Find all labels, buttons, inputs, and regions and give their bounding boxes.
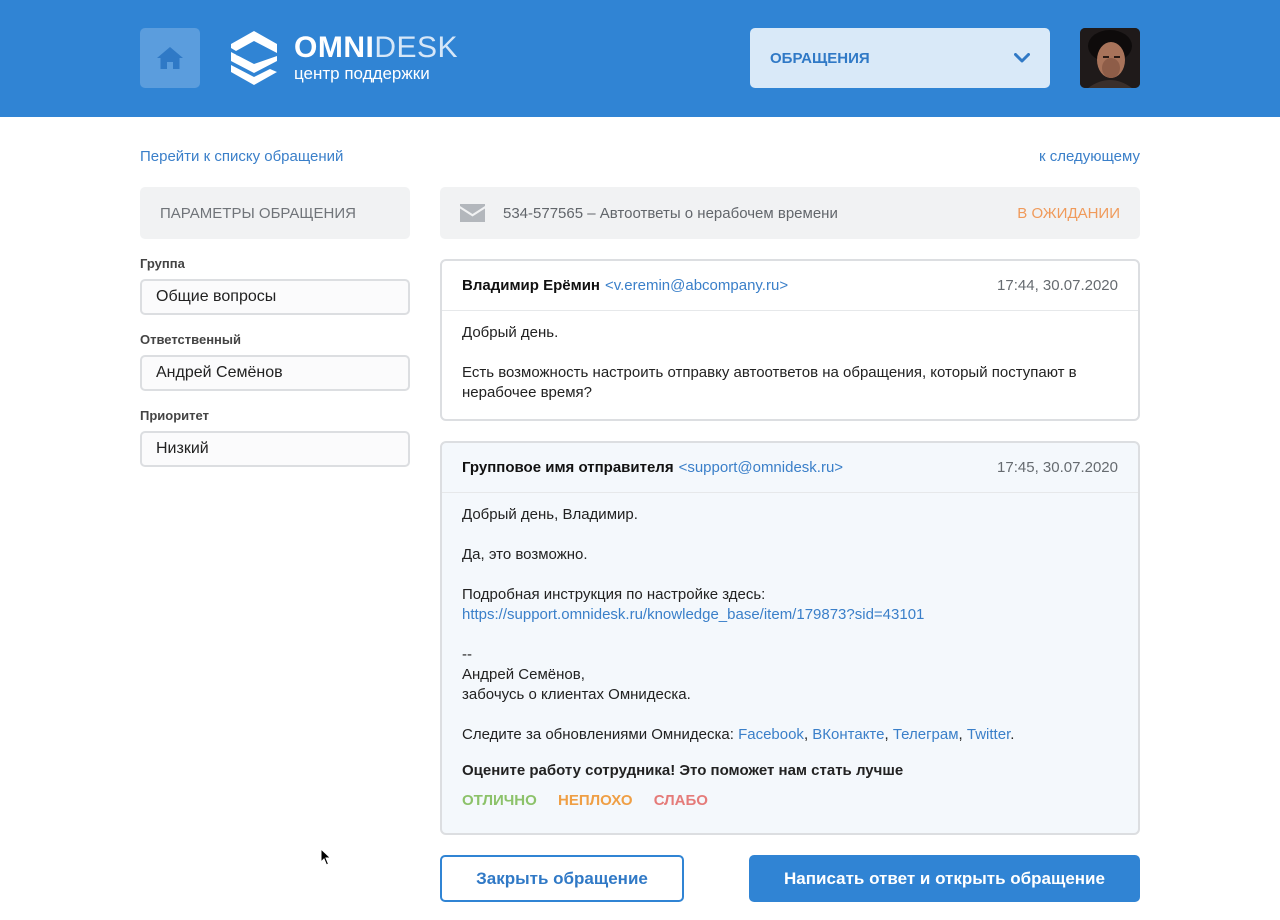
rating-options: ОТЛИЧНО НЕПЛОХО СЛАБО	[462, 791, 1118, 811]
ticket-header: 534-577565 – Автоответы о нерабочем врем…	[440, 187, 1140, 239]
message-header: Групповое имя отправителя <support@omnid…	[442, 443, 1138, 493]
omnidesk-logo-mark	[231, 31, 277, 85]
omnidesk-logo[interactable]: OMNIDESK центр поддержки	[230, 30, 458, 86]
next-ticket-link[interactable]: к следующему	[1039, 148, 1140, 165]
message-time: 17:45, 30.07.2020	[997, 459, 1118, 476]
logo-name: OMNIDESK	[294, 30, 459, 64]
signature-name: Андрей Семёнов,	[462, 666, 585, 683]
back-to-list-link[interactable]: Перейти к списку обращений	[140, 148, 343, 165]
message-header: Владимир Ерёмин <v.eremin@abcompany.ru> …	[442, 261, 1138, 311]
mouse-cursor-icon	[320, 848, 332, 866]
sender-name: Групповое имя отправителя	[462, 459, 674, 476]
home-button[interactable]	[140, 28, 200, 88]
ticket-subject: 534-577565 – Автоответы о нерабочем врем…	[503, 204, 838, 222]
priority-label: Приоритет	[140, 408, 209, 423]
close-ticket-button[interactable]: Закрыть обращение	[440, 855, 684, 902]
rating-prompt: Оцените работу сотрудника! Это поможет н…	[462, 762, 904, 779]
group-field[interactable]: Общие вопросы	[140, 279, 410, 315]
knowledge-base-link[interactable]: https://support.omnidesk.ru/knowledge_ba…	[462, 606, 924, 623]
priority-field[interactable]: Низкий	[140, 431, 410, 467]
telegram-link[interactable]: Телеграм	[893, 726, 959, 743]
ticket-params-title: ПАРАМЕТРЫ ОБРАЩЕНИЯ	[140, 187, 410, 239]
signature-dash: --	[462, 646, 472, 663]
message-card: Владимир Ерёмин <v.eremin@abcompany.ru> …	[440, 259, 1140, 421]
rating-good[interactable]: НЕПЛОХО	[558, 792, 633, 809]
message-body: Добрый день, Владимир. Да, это возможно.…	[442, 493, 1138, 811]
message-text: Есть возможность настроить отправку авто…	[462, 364, 1077, 401]
group-label: Группа	[140, 256, 185, 271]
assignee-field[interactable]: Андрей Семёнов	[140, 355, 410, 391]
instruction-text: Подробная инструкция по настройке здесь:	[462, 586, 766, 603]
sender-name: Владимир Ерёмин	[462, 277, 600, 294]
assignee-label: Ответственный	[140, 332, 241, 347]
follow-text: Следите за обновлениями Омнидеска:	[462, 726, 739, 743]
message-body: Добрый день. Есть возможность настроить …	[442, 311, 1138, 403]
home-icon	[157, 47, 183, 69]
logo-subtitle: центр поддержки	[294, 63, 430, 83]
user-avatar[interactable]	[1080, 28, 1140, 88]
sender-email[interactable]: <v.eremin@abcompany.ru>	[605, 277, 788, 294]
reply-message-card: Групповое имя отправителя <support@omnid…	[440, 441, 1140, 835]
signature-role: забочусь о клиентах Омнидеска.	[462, 686, 691, 703]
rating-poor[interactable]: СЛАБО	[654, 792, 708, 809]
message-greeting: Добрый день, Владимир.	[462, 506, 638, 523]
sender-email[interactable]: <support@omnidesk.ru>	[679, 459, 843, 476]
message-time: 17:44, 30.07.2020	[997, 277, 1118, 294]
facebook-link[interactable]: Facebook	[738, 726, 804, 743]
section-dropdown[interactable]: ОБРАЩЕНИЯ	[750, 28, 1050, 88]
rating-excellent[interactable]: ОТЛИЧНО	[462, 792, 537, 809]
vkontakte-link[interactable]: ВКонтакте	[812, 726, 884, 743]
message-greeting: Добрый день.	[462, 324, 559, 341]
section-dropdown-label: ОБРАЩЕНИЯ	[770, 49, 870, 67]
top-header: OMNIDESK центр поддержки ОБРАЩЕНИЯ	[0, 0, 1280, 117]
status-badge: В ОЖИДАНИИ	[1017, 204, 1120, 222]
chevron-down-icon	[1014, 53, 1030, 63]
twitter-link[interactable]: Twitter	[967, 726, 1010, 743]
message-line: Да, это возможно.	[462, 546, 588, 563]
reply-and-open-button[interactable]: Написать ответ и открыть обращение	[749, 855, 1140, 902]
avatar-image	[1080, 28, 1140, 88]
envelope-icon	[460, 204, 485, 222]
